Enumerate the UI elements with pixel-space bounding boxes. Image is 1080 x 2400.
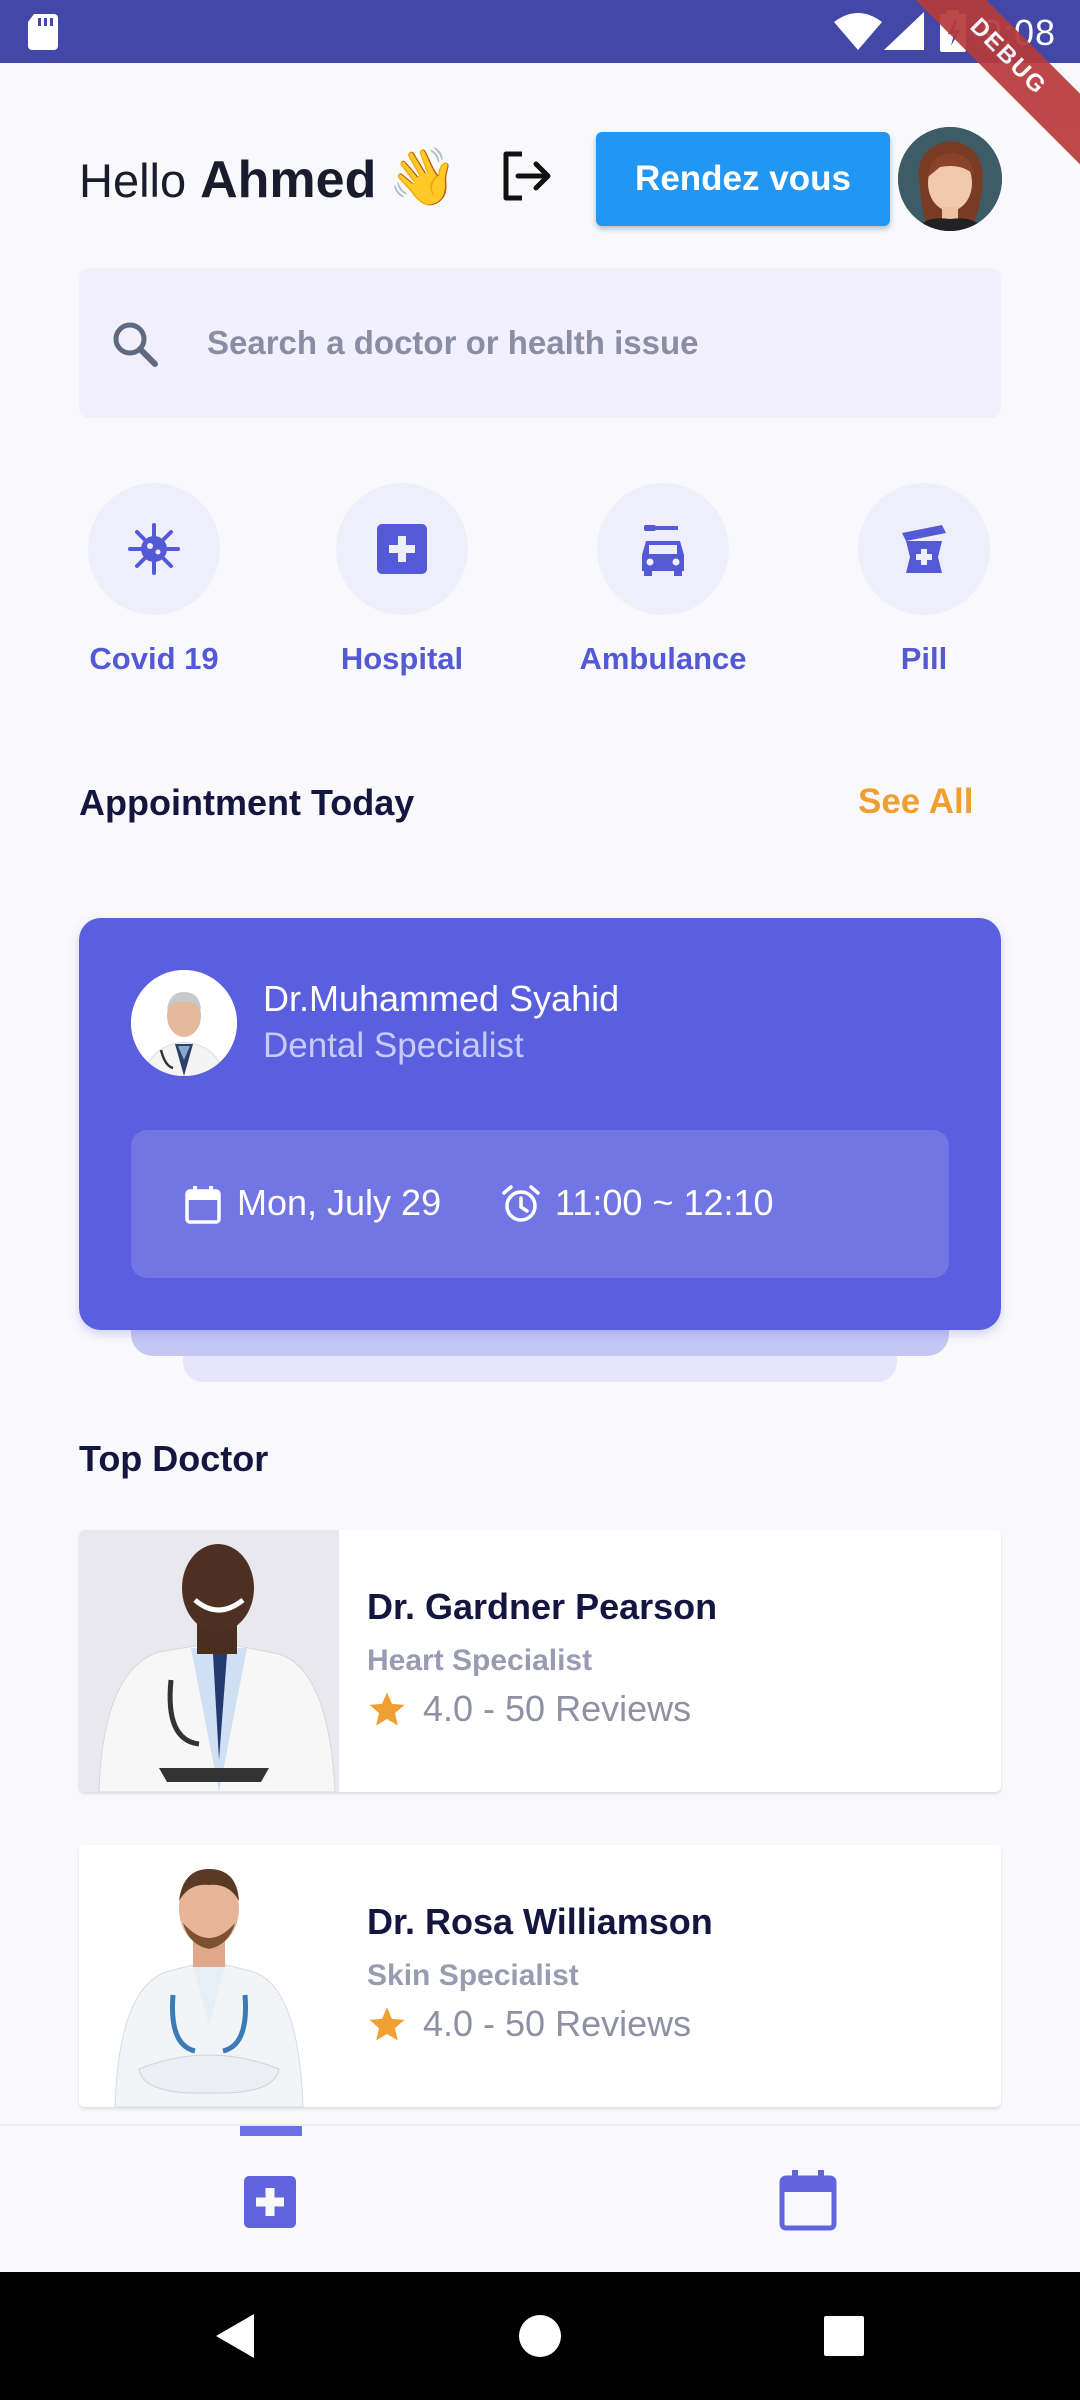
top-doctor-section-title: Top Doctor <box>79 1438 269 1479</box>
user-name: Ahmed <box>200 151 377 209</box>
logout-icon[interactable] <box>498 148 554 204</box>
virus-icon <box>128 523 180 575</box>
recents-square-icon[interactable] <box>824 2316 864 2356</box>
category-label: Ambulance <box>579 641 747 676</box>
search-input[interactable] <box>207 306 967 380</box>
active-tab-indicator <box>240 2126 302 2136</box>
calendar-icon <box>185 1186 221 1224</box>
category-pill[interactable]: Pill <box>829 483 1019 677</box>
doctor-photo <box>79 1845 339 2107</box>
status-bar: 9:08 <box>0 0 1080 63</box>
greeting-text: Hello <box>79 154 187 207</box>
category-covid-circle[interactable] <box>88 483 220 615</box>
appointment-doctor-avatar <box>131 970 237 1076</box>
search-icon <box>113 322 158 367</box>
star-icon <box>369 1692 405 1726</box>
hospital-plus-icon <box>377 524 427 574</box>
ambulance-icon <box>642 525 684 576</box>
home-circle-icon[interactable] <box>518 2314 562 2358</box>
see-all-link[interactable]: See All <box>858 782 973 822</box>
home-medical-icon[interactable] <box>238 2170 302 2234</box>
category-label: Pill <box>900 641 948 676</box>
category-hospital[interactable]: Hospital <box>307 483 497 677</box>
appointment-schedule-box: Mon, July 29 11:00 ~ 12:10 <box>131 1130 949 1278</box>
category-label: Covid 19 <box>89 641 219 676</box>
doctor-rating: 4.0 - 50 Reviews <box>367 2003 691 2045</box>
doctor-photo <box>79 1530 339 1792</box>
alarm-clock-icon <box>502 1185 540 1222</box>
doctor-specialty: Heart Specialist <box>367 1644 593 1677</box>
system-navigation-bar <box>0 2272 1080 2400</box>
category-hospital-circle[interactable] <box>336 483 468 615</box>
pharmacy-icon <box>902 525 946 573</box>
doctor-photo-image <box>79 1530 339 1792</box>
category-ambulance[interactable]: Ambulance <box>568 483 758 677</box>
user-avatar-image <box>898 127 1002 231</box>
appointment-doctor-image <box>131 970 237 1076</box>
appointment-doctor-name: Dr.Muhammed Syahid <box>263 978 620 1019</box>
category-ambulance-circle[interactable] <box>597 483 729 615</box>
appointment-doctor-specialty: Dental Specialist <box>263 1026 524 1065</box>
user-avatar[interactable] <box>898 127 1002 231</box>
wifi-icon <box>834 13 882 50</box>
doctor-name: Dr. Rosa Williamson <box>367 1901 713 1942</box>
back-icon[interactable] <box>216 2314 256 2358</box>
doctor-specialty: Skin Specialist <box>367 1959 579 1992</box>
greeting: Hello Ahmed <box>79 150 376 210</box>
star-icon <box>369 2007 405 2041</box>
bottom-navigation <box>0 2124 1080 2272</box>
category-covid[interactable]: Covid 19 <box>59 483 249 677</box>
rendezvous-button[interactable]: Rendez vous <box>596 132 890 226</box>
doctor-rating-text: 4.0 - 50 Reviews <box>423 2003 692 2044</box>
appointment-time: 11:00 ~ 12:10 <box>555 1182 774 1223</box>
doctor-card[interactable]: Dr. Gardner Pearson Heart Specialist 4.0… <box>79 1530 1001 1792</box>
doctor-rating: 4.0 - 50 Reviews <box>367 1688 691 1730</box>
doctor-card[interactable]: Dr. Rosa Williamson Skin Specialist 4.0 … <box>79 1845 1001 2107</box>
waving-hand-icon: 👋 <box>388 145 458 208</box>
doctor-photo-image <box>79 1845 339 2107</box>
search-bar[interactable] <box>79 268 1001 418</box>
calendar-tab-icon[interactable] <box>776 2168 840 2232</box>
doctor-rating-text: 4.0 - 50 Reviews <box>423 1688 692 1729</box>
category-label: Hospital <box>340 641 464 676</box>
appointment-card[interactable]: Dr.Muhammed Syahid Dental Specialist Mon… <box>79 918 1001 1330</box>
category-pill-circle[interactable] <box>858 483 990 615</box>
signal-icon <box>884 12 924 50</box>
appointment-section-title: Appointment Today <box>79 782 415 823</box>
appointment-date: Mon, July 29 <box>237 1182 442 1223</box>
doctor-name: Dr. Gardner Pearson <box>367 1586 718 1627</box>
sd-card-icon <box>28 14 58 50</box>
